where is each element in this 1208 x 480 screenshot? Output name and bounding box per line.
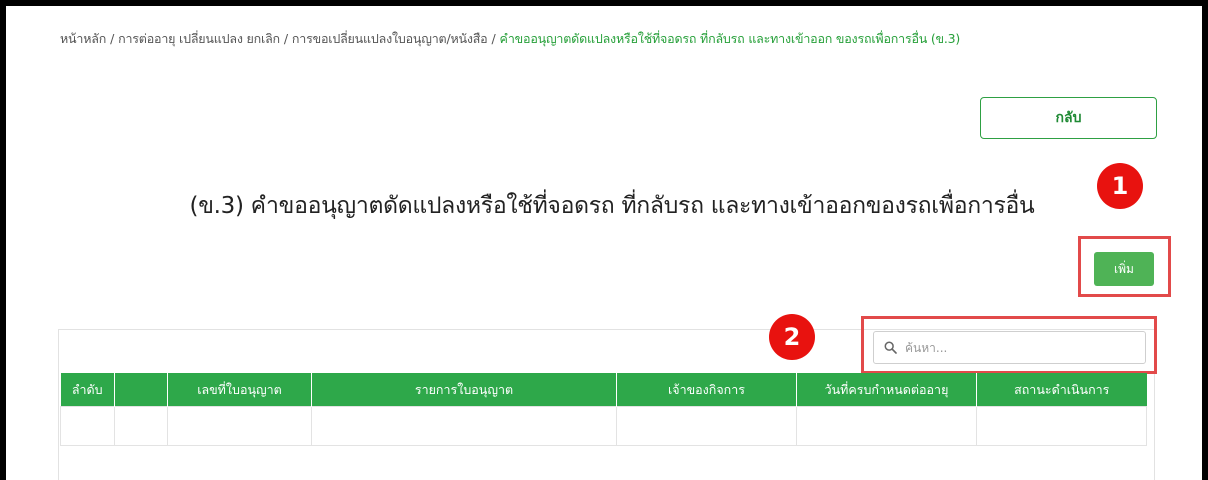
column-header-order[interactable]: ลำดับ	[60, 373, 115, 407]
table-cell	[60, 406, 115, 446]
breadcrumb-home[interactable]: หน้าหลัก	[60, 31, 106, 46]
column-header-license-item[interactable]: รายการใบอนุญาต	[311, 373, 617, 407]
table-cell	[616, 406, 797, 446]
breadcrumb-license-change[interactable]: การขอเปลี่ยนแปลงใบอนุญาต/หนังสือ	[292, 31, 488, 46]
column-header-license-number[interactable]: เลขที่ใบอนุญาต	[167, 373, 312, 407]
back-button[interactable]: กลับ	[980, 97, 1157, 139]
add-button[interactable]: เพิ่ม	[1094, 252, 1154, 286]
breadcrumb-separator: /	[283, 31, 288, 46]
license-table: ลำดับ เลขที่ใบอนุญาต รายการใบอนุญาต เจ้า…	[60, 373, 1147, 446]
breadcrumb: หน้าหลัก / การต่ออายุ เปลี่ยนแปลง ยกเลิก / ก…	[60, 29, 960, 49]
step-marker-2: 2	[769, 314, 815, 360]
column-header-owner[interactable]: เจ้าของกิจการ	[616, 373, 797, 407]
table-cell	[114, 406, 168, 446]
table-cell	[311, 406, 617, 446]
column-header-blank	[114, 373, 168, 407]
table-cell	[976, 406, 1147, 446]
table-row	[60, 406, 1147, 446]
table-cell	[167, 406, 312, 446]
step-marker-1: 1	[1097, 163, 1143, 209]
breadcrumb-separator: /	[491, 31, 496, 46]
column-header-status[interactable]: สถานะดำเนินการ	[976, 373, 1147, 407]
breadcrumb-renewal[interactable]: การต่ออายุ เปลี่ยนแปลง ยกเลิก	[118, 31, 280, 46]
breadcrumb-current: คำขออนุญาตดัดแปลงหรือใช้ที่จอดรถ ที่กลับ…	[499, 31, 961, 46]
search-highlight	[861, 316, 1157, 374]
column-header-renewal-date[interactable]: วันที่ครบกำหนดต่ออายุ	[796, 373, 977, 407]
table-cell	[796, 406, 977, 446]
breadcrumb-separator: /	[110, 31, 115, 46]
table-header-row: ลำดับ เลขที่ใบอนุญาต รายการใบอนุญาต เจ้า…	[60, 373, 1147, 407]
page-title: (ข.3) คำขออนุญาตดัดแปลงหรือใช้ที่จอดรถ ท…	[189, 193, 1035, 219]
